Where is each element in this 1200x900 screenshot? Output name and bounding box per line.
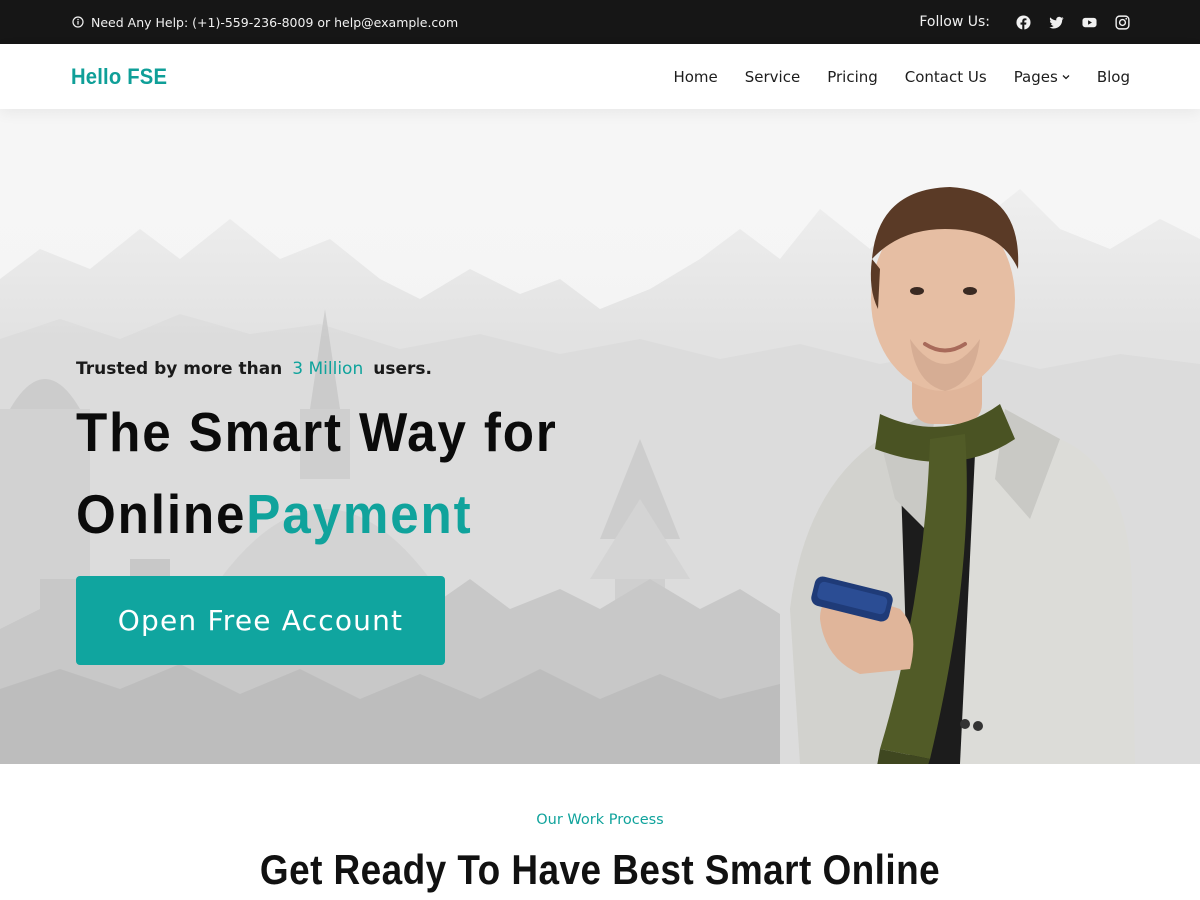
nav-item-blog[interactable]: Blog [1097, 68, 1130, 86]
site-logo[interactable]: Hello FSE [71, 44, 167, 109]
trusted-suffix: users. [373, 359, 432, 379]
main-nav: Home Service Pricing Contact Us Pages Bl… [673, 44, 1130, 109]
nav-label-home: Home [673, 67, 718, 86]
headline-payment: Payment [246, 483, 473, 545]
social-follow: Follow Us: [919, 0, 1130, 44]
headline-line-1: The Smart Way for [76, 401, 558, 463]
nav-label-service: Service [744, 67, 801, 86]
help-text: Need Any Help: (+1)-559-236-8009 or help… [91, 14, 459, 30]
hero-section: Trusted by more than 3 Million users. Th… [0, 109, 1200, 764]
nav-item-pages[interactable]: Pages [1014, 68, 1070, 86]
nav-label-pages: Pages [1013, 67, 1058, 86]
trusted-prefix: Trusted by more than [76, 359, 283, 379]
nav-item-pricing[interactable]: Pricing [827, 68, 878, 86]
trusted-highlight: 3 Million [292, 359, 364, 379]
nav-label-contact-us: Contact Us [904, 67, 987, 86]
facebook-icon[interactable] [1016, 14, 1031, 30]
youtube-icon[interactable] [1082, 15, 1097, 30]
headline-online: Online [76, 483, 247, 545]
nav-label-blog: Blog [1096, 67, 1130, 86]
twitter-icon[interactable] [1049, 15, 1064, 30]
trusted-tagline: Trusted by more than 3 Million users. [76, 359, 432, 379]
nav-item-service[interactable]: Service [745, 68, 800, 86]
hero-person-image [790, 187, 1135, 764]
nav-item-home[interactable]: Home [673, 68, 717, 86]
info-icon [72, 16, 84, 28]
headline-line-2: OnlinePayment [76, 473, 558, 555]
nav-label-pricing: Pricing [827, 67, 878, 86]
top-bar: Need Any Help: (+1)-559-236-8009 or help… [0, 0, 1200, 44]
process-section-title: Get Ready To Have Best Smart Online [259, 846, 941, 893]
instagram-icon[interactable] [1115, 14, 1130, 30]
site-header: Hello FSE Home Service Pricing Contact U… [0, 44, 1200, 109]
hero-headline: The Smart Way for OnlinePayment [76, 391, 558, 555]
process-section-label: Our Work Process [536, 812, 664, 828]
social-links [1016, 14, 1130, 30]
follow-label: Follow Us: [919, 14, 990, 30]
nav-item-contact-us[interactable]: Contact Us [905, 68, 987, 86]
chevron-down-icon [1062, 74, 1070, 80]
open-free-account-button[interactable]: Open Free Account [76, 576, 445, 665]
help-contact: Need Any Help: (+1)-559-236-8009 or help… [72, 0, 458, 44]
